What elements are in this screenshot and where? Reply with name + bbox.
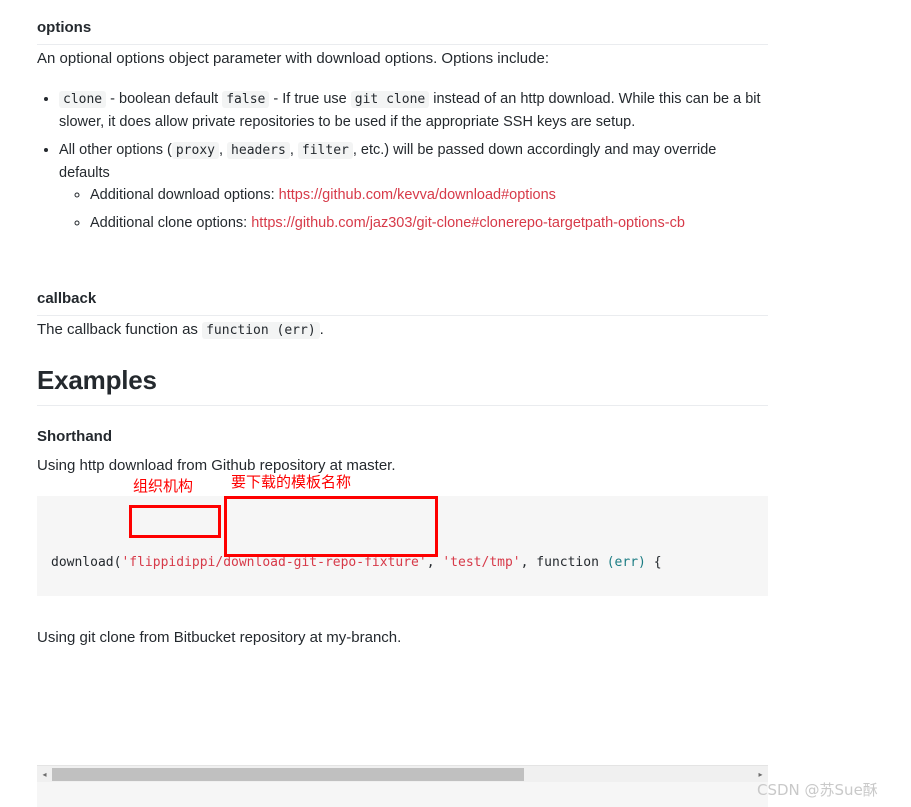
bullet-2-rich: All other options (proxy, headers, filte…: [59, 142, 717, 181]
code-token: {: [645, 555, 662, 570]
callback-text-wrap: The callback function as function (err).: [37, 319, 768, 342]
code-block-shorthand[interactable]: download('flippidippi/download-git-repo-…: [37, 496, 768, 596]
annotation-label-organization: 组织机构: [133, 477, 194, 495]
callback-heading: callback: [37, 289, 768, 316]
options-sublist: Additional download options: https://git…: [59, 184, 768, 234]
scroll-left-arrow-icon[interactable]: ◂: [37, 766, 52, 782]
code-token: (err): [606, 555, 646, 570]
shorthand-heading: Shorthand: [37, 428, 112, 445]
list-item: Additional clone options: https://github…: [90, 212, 768, 234]
options-intro: An optional options object parameter wit…: [37, 50, 549, 67]
callback-section: callback: [37, 279, 768, 316]
bullet-1-rich: clone - boolean default false - If true …: [59, 91, 761, 130]
options-intro-wrap: An optional options object parameter wit…: [37, 48, 768, 70]
list-item: All other options (proxy, headers, filte…: [59, 139, 768, 234]
gitclone-description: Using git clone from Bitbucket repositor…: [37, 629, 402, 646]
inline-code: proxy: [171, 142, 219, 159]
inline-code: false: [222, 91, 270, 108]
callback-text-before: The callback function as: [37, 321, 203, 338]
shorthand-heading-wrap: Shorthand: [37, 427, 768, 446]
gitclone-desc-wrap: Using git clone from Bitbucket repositor…: [37, 627, 768, 649]
callback-description: The callback function as function (err).: [37, 319, 768, 342]
shorthand-desc-wrap: Using http download from Github reposito…: [37, 455, 768, 477]
code-token: , function: [520, 555, 607, 570]
clone-options-link[interactable]: https://github.com/jaz303/git-clone#clon…: [251, 215, 685, 231]
annotation-label-template-name: 要下载的模板名称: [231, 473, 352, 491]
scrollbar-track[interactable]: [52, 766, 753, 782]
examples-heading: Examples: [37, 363, 768, 406]
shorthand-description: Using http download from Github reposito…: [37, 457, 396, 474]
inline-code: headers: [227, 142, 290, 159]
options-bullet-list-wrap: clone - boolean default false - If true …: [37, 88, 768, 234]
code-token: 'test/tmp': [442, 555, 521, 570]
code-line: download('flippidippi/download-git-repo-…: [51, 552, 754, 574]
code-token: download(: [51, 555, 122, 570]
sublink-label-1: Additional clone options:: [90, 215, 252, 231]
inline-code: filter: [297, 142, 353, 159]
options-section: options: [37, 8, 768, 45]
documentation-page: options An optional options object param…: [0, 0, 911, 807]
csdn-watermark: CSDN @苏Sue酥: [757, 781, 878, 799]
inline-code: git clone: [350, 91, 430, 108]
callback-signature-code: function (err): [202, 322, 320, 339]
list-item: clone - boolean default false - If true …: [59, 88, 768, 133]
code-block-horizontal-scrollbar[interactable]: ◂ ▸: [37, 765, 768, 782]
download-options-link[interactable]: https://github.com/kevva/download#option…: [279, 187, 556, 203]
code-token: ,: [426, 555, 443, 570]
list-item: Additional download options: https://git…: [90, 184, 768, 206]
callback-text-after: .: [319, 321, 324, 338]
sublink-label-0: Additional download options:: [90, 187, 279, 203]
inline-code: clone: [59, 91, 107, 108]
scrollbar-thumb[interactable]: [52, 768, 524, 781]
options-heading: options: [37, 18, 768, 45]
options-bullet-list: clone - boolean default false - If true …: [37, 88, 768, 234]
examples-section: Examples: [37, 363, 768, 406]
code-token: 'flippidippi/download-git-repo-fixture': [121, 555, 427, 570]
